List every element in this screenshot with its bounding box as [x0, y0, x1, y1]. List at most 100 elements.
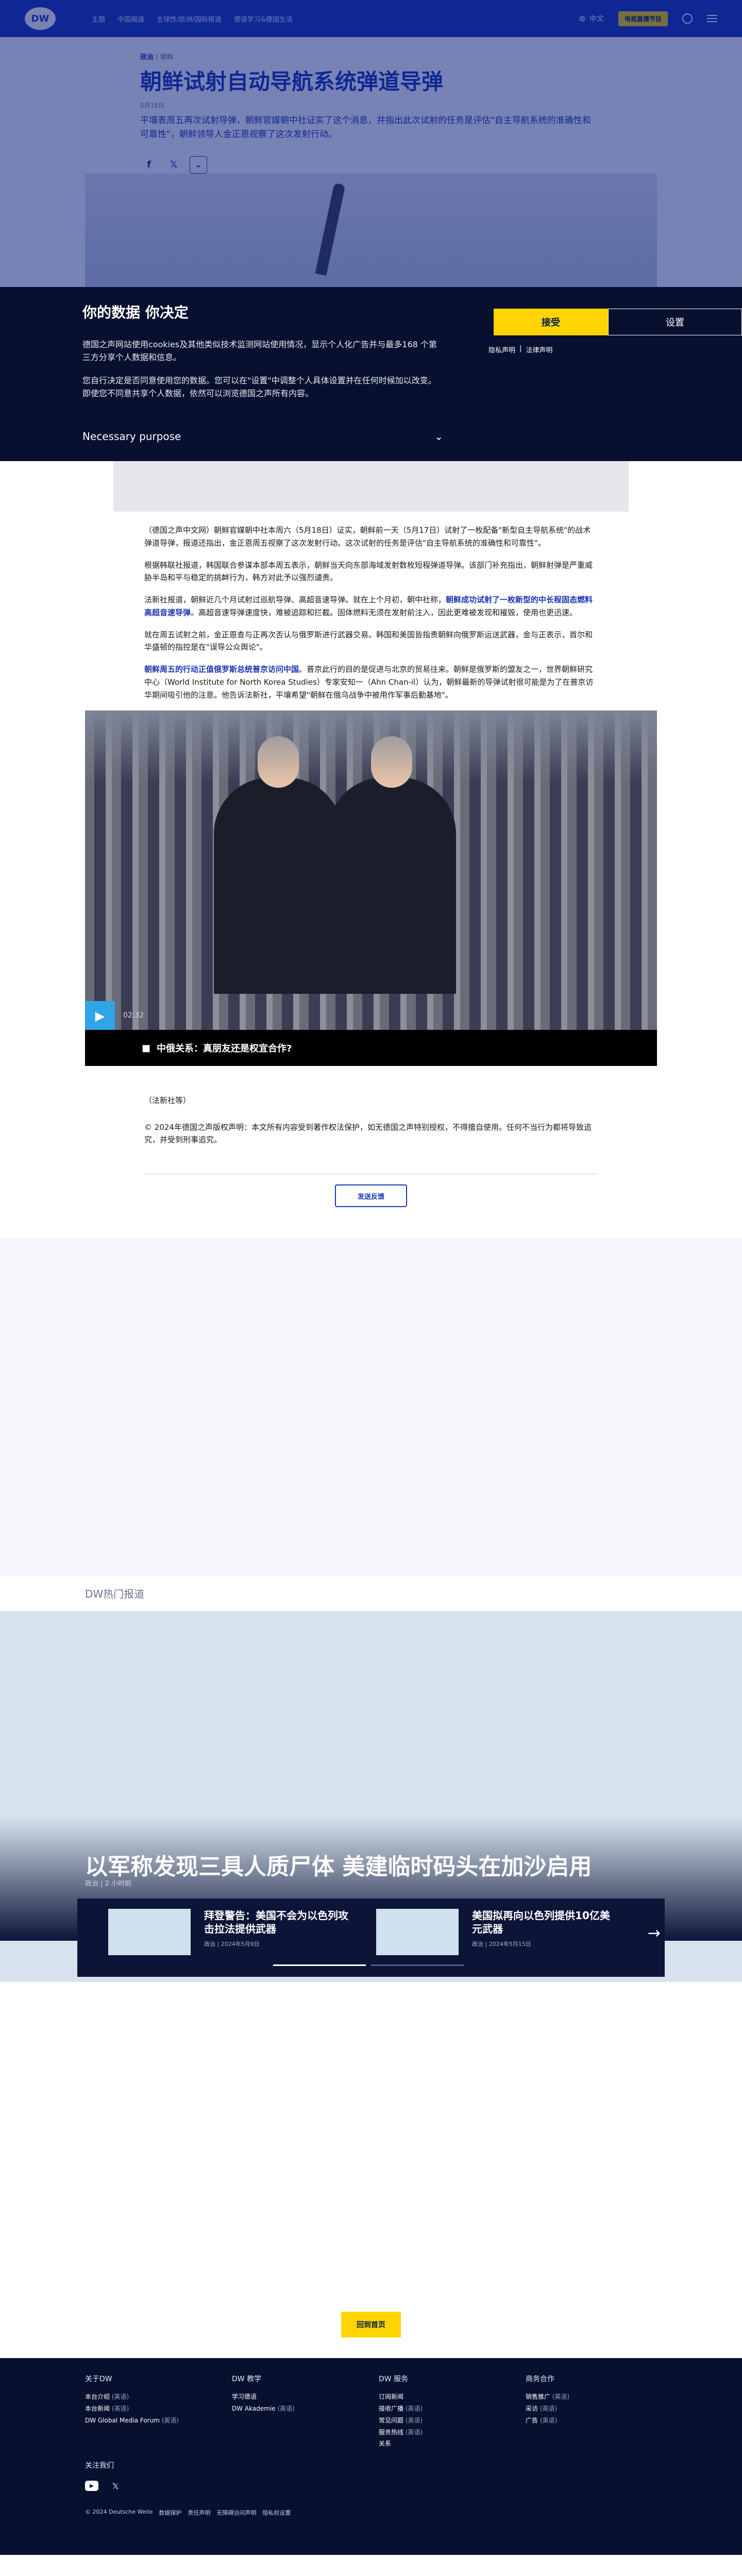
- paragraph: 根据韩联社报道，韩国联合参谋本部本周五表示，朝鲜当天向东部海域发射数枚短程弹道导…: [144, 560, 593, 583]
- chevron-down-icon: ⌄: [434, 430, 443, 443]
- trending-carousel: 拜登警告：美国不会为以色列攻击拉法提供武器 政治 | 2024年5月9日 美国拟…: [77, 1899, 665, 1977]
- footer-link[interactable]: 本台介绍 (英语): [85, 2391, 232, 2403]
- footer-link[interactable]: 学习德语: [232, 2391, 379, 2403]
- person-figure: [327, 736, 456, 994]
- article-top: 政治 | 朝鲜 朝鲜试射自动导航系统弹道导弹 5月18日 平壤表周五再次试射导弹…: [0, 37, 742, 287]
- hamburger-menu-icon[interactable]: [707, 15, 717, 22]
- share-more-icon[interactable]: ⌄: [190, 156, 207, 174]
- footer-link[interactable]: DW Global Media Forum (英语): [85, 2415, 232, 2427]
- article-lead: 平壤表周五再次试射导弹，朝鲜官媒朝中社证实了这个消息，并指出此次试射的任务是评估…: [140, 115, 591, 140]
- privacy-link[interactable]: 隐私声明: [488, 345, 515, 354]
- follow-us-label: 关注我们: [85, 2462, 114, 2470]
- copyright-text: © 2024 Deutsche Welle: [85, 2509, 153, 2516]
- inline-link[interactable]: 朝鲜周五的行动正值俄罗斯总统普京访问中国: [144, 665, 299, 674]
- video-thumbnail: [85, 710, 657, 1030]
- footer-col-title: 商务合作: [526, 2375, 554, 2384]
- footer-col-business: 商务合作 销售推广 (英语) 采访 (英语) 广告 (英语): [526, 2374, 672, 2450]
- necessary-purpose-label: Necessary purpose: [82, 430, 181, 443]
- footer-col-about: 关于DW 本台介绍 (英语) 本台新闻 (英语) DW Global Media…: [85, 2374, 232, 2450]
- legal-link[interactable]: 无障碍访问声明: [216, 2509, 256, 2517]
- language-label: 中文: [589, 15, 604, 23]
- footer-link[interactable]: 广告 (英语): [526, 2415, 672, 2427]
- settings-button[interactable]: 设置: [608, 309, 742, 335]
- footer-link[interactable]: 接收广播 (英语): [379, 2403, 526, 2415]
- category-link[interactable]: 政治: [140, 54, 154, 61]
- paragraph: 法新社报道，朝鲜近几个月试射过巡航导弹、高超音速导弹。就在上个月初，朝中社称，朝…: [144, 595, 593, 617]
- trending-main-meta: 政治 | 2 小时前: [85, 1880, 132, 1888]
- arrow-right-icon[interactable]: →: [648, 1924, 661, 1942]
- x-icon[interactable]: 𝕏: [109, 2481, 122, 2491]
- facebook-icon[interactable]: f: [140, 156, 158, 174]
- copyright-notice: © 2024年德国之声版权声明：本文所有内容受到著作权法保护，如无德国之声特别授…: [144, 1123, 592, 1145]
- legal-link[interactable]: 数据保护: [159, 2509, 181, 2517]
- consent-title: 你的数据 你决定: [82, 304, 189, 321]
- footer-link[interactable]: 订阅新闻: [379, 2391, 526, 2403]
- legal-link[interactable]: 隐私权设置: [262, 2509, 291, 2517]
- article-title: 朝鲜试射自动导航系统弹道导弹: [140, 69, 444, 94]
- subcategory-link[interactable]: 朝鲜: [160, 54, 174, 61]
- consent-text-1: 德国之声网站使用cookies及其他类似技术监测网站使用情况，显示个人化广告并与…: [82, 340, 437, 362]
- trending-main-title[interactable]: 以军称发现三具人质尸体 美建临时码头在加沙启用: [85, 1848, 592, 1881]
- footer-link[interactable]: 服务热线 (英语): [379, 2427, 526, 2438]
- paragraph: （德国之声中文网）朝鲜官媒朝中社本周六（5月18日）证实，朝鲜前一天（5月17日…: [144, 526, 591, 548]
- footer-link[interactable]: 本台新闻 (英语): [85, 2403, 232, 2415]
- footer-link[interactable]: 常见问题 (英语): [379, 2415, 526, 2427]
- publish-date: 5月18日: [140, 101, 164, 109]
- trending-section: 以军称发现三具人质尸体 美建临时码头在加沙启用 政治 | 2 小时前 拜登警告：…: [0, 1611, 742, 1982]
- video-player[interactable]: ▶ 02:32 ■ 中俄关系：真朋友还是权宜合作?: [85, 710, 657, 1066]
- article-body: （德国之声中文网）朝鲜官媒朝中社本周六（5月18日）证实，朝鲜前一天（5月17日…: [144, 512, 598, 701]
- legal-links: © 2024 Deutsche Welle 数据保护 责任声明 无障碍访问声明 …: [85, 2509, 291, 2517]
- carousel-progress: [273, 1964, 464, 1967]
- top-nav: 主题 中国报道 全球性/欧洲/国际报道 德语学习&德国生活: [92, 14, 293, 24]
- nav-item-global[interactable]: 全球性/欧洲/国际报道: [157, 14, 222, 24]
- share-bar: f 𝕏 ⌄: [140, 156, 603, 174]
- article-source: （法新社等）: [144, 1096, 191, 1106]
- person-figure: [214, 736, 343, 994]
- consent-banner: 你的数据 你决定 德国之声网站使用cookies及其他类似技术监测网站使用情况，…: [0, 287, 742, 461]
- play-icon[interactable]: ▶: [85, 1001, 115, 1031]
- footer-col-title: 关于DW: [85, 2375, 112, 2384]
- nav-item-german[interactable]: 德语学习&德国生活: [234, 14, 293, 24]
- article-head: 政治 | 朝鲜 朝鲜试射自动导航系统弹道导弹 5月18日 平壤表周五再次试射导弹…: [0, 37, 603, 174]
- ad-placeholder: [113, 461, 629, 512]
- accept-button[interactable]: 接受: [494, 309, 608, 335]
- trending-card[interactable]: 拜登警告：美国不会为以色列攻击拉法提供武器 政治 | 2024年5月9日: [108, 1909, 348, 1956]
- account-icon[interactable]: [682, 13, 693, 24]
- legal-link[interactable]: 责任声明: [188, 2509, 210, 2517]
- video-caption: ■ 中俄关系：真朋友还是权宜合作?: [85, 1030, 657, 1066]
- legal-link[interactable]: 法律声明: [526, 345, 552, 354]
- paragraph: 朝鲜周五的行动正值俄罗斯总统普京访问中国。普京此行的目的是促进与北京的贸易往来。…: [144, 665, 594, 700]
- hero-image: [85, 174, 657, 287]
- video-camera-icon: ■: [142, 1042, 151, 1054]
- social-links: ▶ 𝕏: [85, 2481, 122, 2492]
- card-title: 拜登警告：美国不会为以色列攻击拉法提供武器: [204, 1909, 348, 1936]
- footer-link[interactable]: DW Akademie (英语): [232, 2403, 379, 2415]
- footer-link[interactable]: 销售推广 (英语): [526, 2391, 672, 2403]
- necessary-purpose-toggle[interactable]: Necessary purpose ⌄: [82, 430, 443, 443]
- live-tv-button[interactable]: 电视直播节目: [618, 11, 668, 26]
- breadcrumb: 政治 | 朝鲜: [140, 54, 174, 61]
- footer-col-education: DW 教学 学习德语 DW Akademie (英语): [232, 2374, 379, 2450]
- footer-link[interactable]: 关系: [379, 2438, 526, 2450]
- nav-item-topics[interactable]: 主题: [92, 14, 105, 24]
- card-thumbnail: [108, 1909, 191, 1956]
- x-icon[interactable]: 𝕏: [165, 156, 182, 174]
- consent-text-2: 您自行决定是否同意使用您的数据。您可以在"设置"中调整个人具体设置并在任何时候加…: [82, 376, 436, 398]
- footer-link[interactable]: 采访 (英语): [526, 2403, 672, 2415]
- youtube-icon[interactable]: ▶: [85, 2481, 98, 2492]
- trending-label: DW热门报道: [85, 1588, 145, 1601]
- nav-item-china[interactable]: 中国报道: [117, 14, 144, 24]
- feedback-button[interactable]: 发送反馈: [335, 1184, 407, 1208]
- trending-card[interactable]: 美国拟再向以色列提供10亿美元武器 政治 | 2024年5月15日: [376, 1909, 616, 1956]
- paragraph: 就在周五试射之前，金正恩查与正再次否认与俄罗斯进行武器交易。韩国和美国皆指责朝鲜…: [144, 630, 593, 652]
- missile-image: [315, 182, 346, 276]
- video-caption-text: 中俄关系：真朋友还是权宜合作?: [157, 1043, 292, 1055]
- globe-icon: ◍: [579, 14, 585, 23]
- footer-col-title: DW 服务: [379, 2375, 409, 2384]
- language-selector[interactable]: ◍ 中文: [579, 13, 604, 24]
- header-right: ◍ 中文 电视直播节目: [579, 11, 717, 26]
- consent-links: 隐私声明 | 法律声明: [488, 345, 553, 354]
- dw-logo[interactable]: DW: [25, 7, 56, 30]
- video-duration: 02:32: [123, 1011, 144, 1020]
- home-button[interactable]: 回到首页: [341, 2312, 401, 2338]
